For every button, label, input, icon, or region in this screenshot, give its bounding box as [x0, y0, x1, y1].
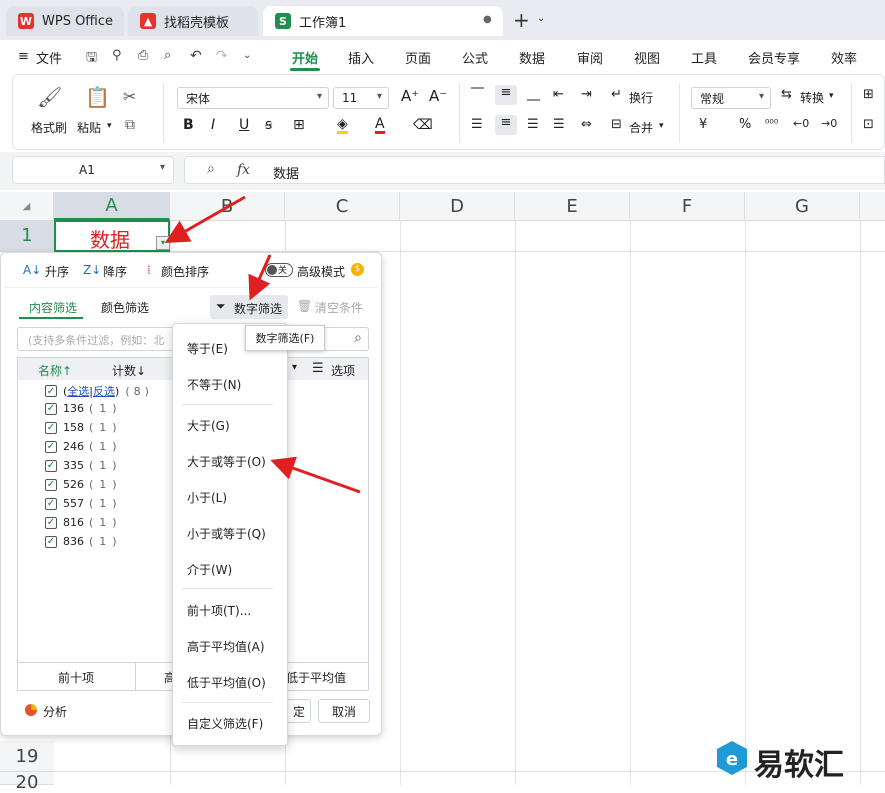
annotation-arrow-to-filter-button — [164, 195, 246, 243]
watermark-text: 易软汇 — [754, 748, 844, 783]
svg-text:e: e — [726, 749, 738, 770]
annotation-arrow-to-number-filter — [248, 254, 272, 301]
watermark-logo-icon: e — [716, 740, 748, 776]
annotation-arrow-to-greater-or-equal — [270, 456, 361, 494]
annotation-arrows — [164, 195, 361, 494]
